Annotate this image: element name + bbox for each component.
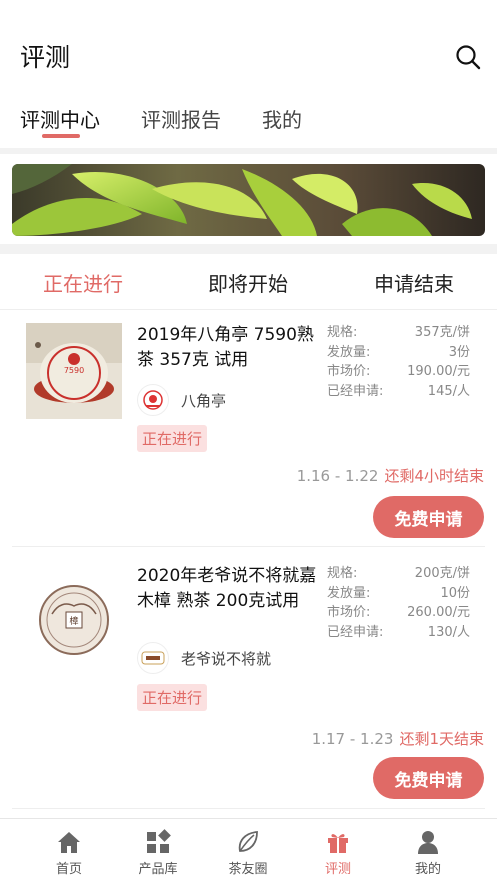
spec-label: 规格: xyxy=(327,566,358,581)
evaluation-list: 正在进行 即将开始 申请结束 7590 2019年八角亭 7590熟茶 357克… xyxy=(0,254,497,820)
time-remaining: 还剩1天结束 xyxy=(399,730,484,748)
gift-icon xyxy=(328,834,348,853)
product-image: 7590 xyxy=(26,323,122,419)
grid-icon xyxy=(147,829,171,853)
spec-value: 130/人 xyxy=(427,624,470,640)
spec-label: 已经申请: xyxy=(327,383,384,399)
brand-logo xyxy=(137,384,169,416)
spec-label: 已经申请: xyxy=(327,624,384,640)
spec-value: 200克/饼 xyxy=(414,566,470,581)
spec-label: 市场价: xyxy=(327,605,371,620)
tea-leaves-banner[interactable] xyxy=(12,164,485,236)
person-icon xyxy=(418,831,438,854)
spec-value: 190.00/元 xyxy=(407,364,470,379)
divider xyxy=(12,808,485,809)
nav-mine[interactable]: 我的 xyxy=(388,829,468,877)
brand[interactable]: 八角亭 xyxy=(137,384,226,416)
tab-active-indicator xyxy=(42,134,80,138)
status-tab-ongoing[interactable]: 正在进行 xyxy=(43,268,123,297)
product-name[interactable]: 2020年老爷说不将就嘉木樟 熟茶 200克试用 xyxy=(137,564,317,614)
spec-label: 发放量: xyxy=(327,344,371,360)
free-apply-button[interactable]: 免费申请 xyxy=(373,757,484,799)
search-icon[interactable] xyxy=(454,43,482,71)
nav-label: 产品库 xyxy=(138,862,178,877)
status-badge: 正在进行 xyxy=(137,684,208,711)
page-title: 评测 xyxy=(20,43,71,72)
spec-value: 260.00/元 xyxy=(407,605,470,620)
product-name[interactable]: 2019年八角亭 7590熟茶 357克 试用 xyxy=(137,323,317,373)
divider xyxy=(12,546,485,547)
nav-products[interactable]: 产品库 xyxy=(118,829,198,877)
nav-label: 我的 xyxy=(414,862,441,877)
spec-value: 10份 xyxy=(440,585,470,601)
svg-text:7590: 7590 xyxy=(64,366,84,375)
nav-label: 茶友圈 xyxy=(228,862,268,877)
nav-label: 首页 xyxy=(55,862,82,877)
leaf-icon xyxy=(238,831,258,852)
banner-section xyxy=(0,154,497,244)
svg-text:樟: 樟 xyxy=(69,615,78,627)
tab-mine[interactable]: 我的 xyxy=(262,104,302,133)
time-remaining: 还剩4小时结束 xyxy=(384,467,484,485)
date-range: 1.16 - 1.22 xyxy=(296,467,379,485)
main-tabs: 评测中心 评测报告 我的 xyxy=(0,96,497,136)
spec-label: 发放量: xyxy=(327,585,371,601)
date-range: 1.17 - 1.23 xyxy=(311,730,394,748)
product-specs: 规格: 200克/饼 发放量: 10份 市场价: 260.00/元 已经申请: 130/… xyxy=(327,564,470,642)
status-tab-ended[interactable]: 申请结束 xyxy=(374,268,454,297)
product-card[interactable]: 7590 2019年八角亭 7590熟茶 357克 试用 八角亭 正在进行 规格… xyxy=(0,311,497,573)
spec-value: 145/人 xyxy=(427,383,470,399)
nav-tea-friends[interactable]: 茶友圈 xyxy=(208,829,288,877)
spec-label: 规格: xyxy=(327,325,358,340)
tab-center[interactable]: 评测中心 xyxy=(20,104,100,133)
product-image: 樟 xyxy=(26,568,122,664)
product-card[interactable]: 樟 2020年老爷说不将就嘉木樟 熟茶 200克试用 老爷说不将就 正在进行 规… xyxy=(0,552,497,814)
tab-reports[interactable]: 评测报告 xyxy=(141,104,221,133)
date-info: 1.16 - 1.22 还剩4小时结束 xyxy=(297,465,484,486)
spec-value: 357克/饼 xyxy=(414,325,470,340)
nav-label: 评测 xyxy=(324,862,351,877)
product-specs: 规格: 357克/饼 发放量: 3份 市场价: 190.00/元 已经申请: 145/人 xyxy=(327,323,470,401)
brand-name: 老爷说不将就 xyxy=(181,649,272,668)
top-bar: 评测 评测中心 评测报告 我的 xyxy=(0,0,497,148)
status-tab-upcoming[interactable]: 即将开始 xyxy=(208,268,288,297)
brand[interactable]: 老爷说不将就 xyxy=(137,642,271,674)
status-badge: 正在进行 xyxy=(137,425,208,452)
nav-home[interactable]: 首页 xyxy=(29,829,109,877)
bottom-nav: 首页 产品库 茶友圈 评测 我的 xyxy=(0,818,497,883)
home-icon xyxy=(58,832,80,853)
brand-name: 八角亭 xyxy=(181,391,227,410)
status-tabs: 正在进行 即将开始 申请结束 xyxy=(0,254,497,310)
brand-logo xyxy=(137,642,169,674)
nav-evaluation[interactable]: 评测 xyxy=(298,829,378,877)
free-apply-button[interactable]: 免费申请 xyxy=(373,496,484,538)
spec-label: 市场价: xyxy=(327,364,371,379)
spec-value: 3份 xyxy=(448,344,470,360)
date-info: 1.17 - 1.23 还剩1天结束 xyxy=(312,728,484,749)
